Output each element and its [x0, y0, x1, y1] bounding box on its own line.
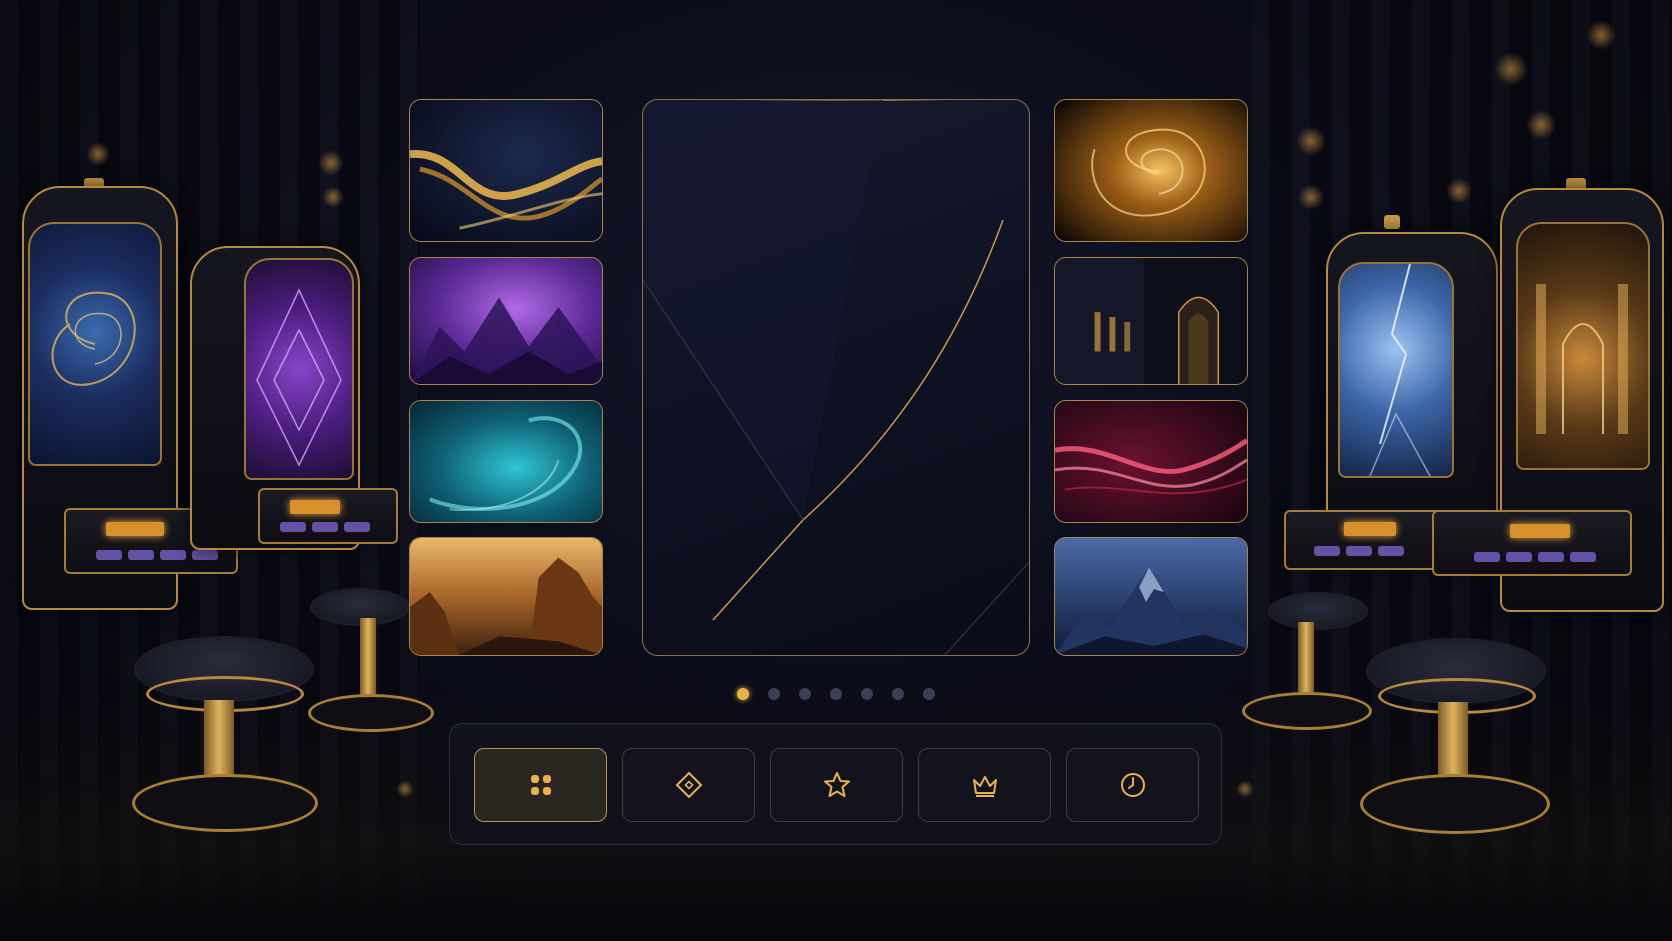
nav-button-diamond[interactable] — [622, 748, 755, 822]
thumbnail-desert-canyon[interactable] — [409, 537, 603, 656]
bokeh-light — [1586, 20, 1616, 50]
slot-screen-golden-hall — [1516, 222, 1650, 470]
bokeh-light — [1296, 126, 1326, 156]
bokeh-light — [1236, 780, 1254, 798]
featured-game-card[interactable] — [642, 99, 1030, 656]
nav-button-vip[interactable] — [918, 748, 1051, 822]
bokeh-light — [1526, 110, 1556, 140]
nav-button-all-games[interactable] — [474, 748, 607, 822]
thumbnail-golden-swirl[interactable] — [1054, 99, 1248, 242]
clock-icon — [1120, 773, 1145, 797]
nav-button-recent[interactable] — [1066, 748, 1199, 822]
bokeh-light — [1446, 178, 1472, 204]
pagination-dot-2[interactable] — [768, 688, 780, 700]
bottom-nav-bar — [449, 723, 1222, 845]
pagination-dot-7[interactable] — [923, 688, 935, 700]
thumbnail-golden-wave[interactable] — [409, 99, 603, 242]
bokeh-light — [1494, 52, 1528, 86]
thumbnail-crimson-waves[interactable] — [1054, 400, 1248, 523]
thumbnail-teal-vortex[interactable] — [409, 400, 603, 523]
diamond-icon — [675, 771, 702, 799]
pagination-dot-3[interactable] — [799, 688, 811, 700]
bokeh-light — [322, 186, 344, 208]
pagination-dot-6[interactable] — [892, 688, 904, 700]
grid-icon — [530, 775, 551, 795]
bokeh-light — [396, 780, 414, 798]
bokeh-light — [318, 150, 344, 176]
pagination-dot-1[interactable] — [737, 688, 749, 700]
nav-button-favorites[interactable] — [770, 748, 903, 822]
star-icon — [823, 772, 850, 797]
thumbnail-dark-archway[interactable] — [1054, 257, 1248, 385]
slot-screen-purple-diamond — [244, 258, 354, 480]
crown-icon — [972, 776, 997, 797]
thumbnail-blue-peak[interactable] — [1054, 537, 1248, 656]
bokeh-light — [1298, 184, 1324, 210]
bokeh-light — [86, 142, 110, 166]
slot-screen-blue-swirl — [28, 222, 162, 466]
gold-line-decoration — [643, 100, 1029, 655]
thumbnail-purple-mountains[interactable] — [409, 257, 603, 385]
pagination-dot-5[interactable] — [861, 688, 873, 700]
pagination-dots — [737, 688, 935, 700]
slot-screen-ice-lightning — [1338, 262, 1454, 478]
pagination-dot-4[interactable] — [830, 688, 842, 700]
